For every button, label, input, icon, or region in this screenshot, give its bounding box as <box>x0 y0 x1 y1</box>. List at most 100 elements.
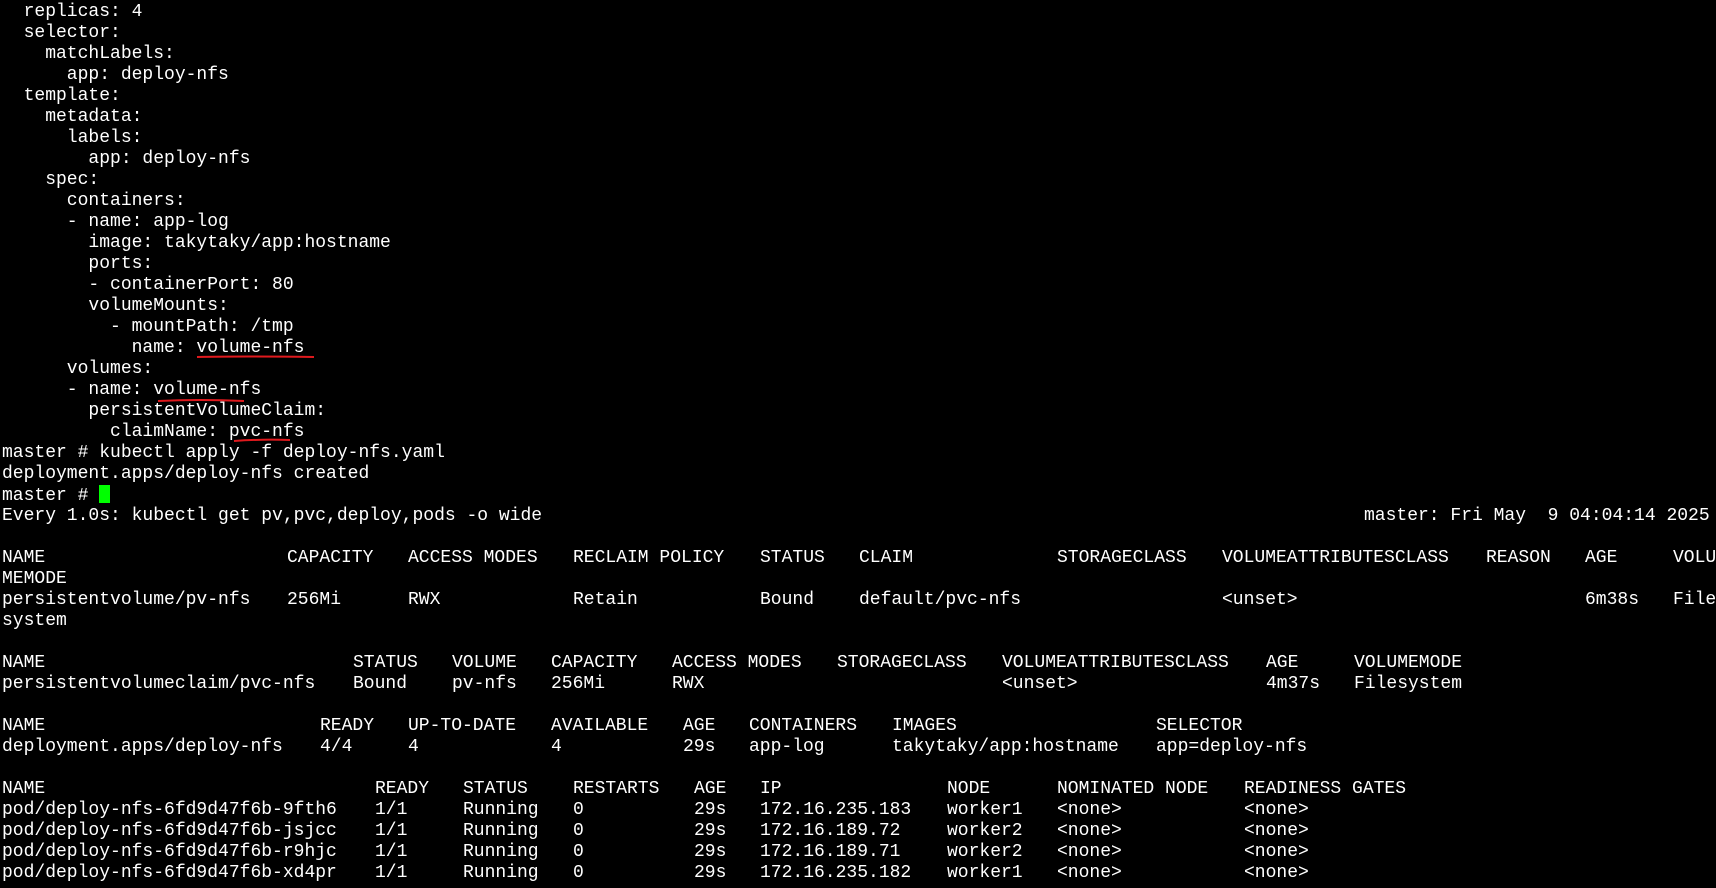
pod-cell: <none> <box>1244 821 1309 841</box>
yaml-line: containers: <box>2 191 186 211</box>
yaml-line: app: deploy-nfs <box>2 65 229 85</box>
yaml-line: matchLabels: <box>2 44 175 64</box>
pvc-cell: Bound <box>353 674 408 694</box>
yaml-line: - containerPort: 80 <box>2 275 294 295</box>
pv-cell: RWX <box>408 590 441 610</box>
terminal-pane-top[interactable]: replicas: 4 selector: matchLabels: app: … <box>0 0 1716 506</box>
apply-command-line: master # kubectl apply -f deploy-nfs.yam… <box>2 443 445 463</box>
deploy-header: READY <box>320 716 375 736</box>
pods-header: NOMINATED NODE <box>1057 779 1209 799</box>
pvc-cell: pv-nfs <box>452 674 517 694</box>
pv-header: NAME <box>2 548 46 568</box>
pvc-header: AGE <box>1266 653 1299 673</box>
pvc-header: CAPACITY <box>551 653 638 673</box>
pod-cell: <none> <box>1244 800 1309 820</box>
pvc-header: VOLUMEMODE <box>1354 653 1463 673</box>
pod-cell: <none> <box>1057 842 1122 862</box>
pod-cell: 1/1 <box>375 821 408 841</box>
shell-prompt: master # <box>2 486 100 506</box>
yaml-line: volumes: <box>2 359 154 379</box>
pv-header: VOLUMEATTRIBUTESCLASS <box>1222 548 1449 568</box>
pvc-header: STORAGECLASS <box>837 653 967 673</box>
yaml-line: selector: <box>2 23 121 43</box>
pv-header: RECLAIM POLICY <box>573 548 725 568</box>
pv-header: CLAIM <box>859 548 914 568</box>
pod-cell: <none> <box>1244 842 1309 862</box>
pods-header: READINESS GATES <box>1244 779 1407 799</box>
shell-prompt-line[interactable]: master # <box>2 485 111 506</box>
pv-header-wrap: MEMODE <box>2 569 67 589</box>
yaml-line: image: takytaky/app:hostname <box>2 233 391 253</box>
pod-cell: 172.16.235.182 <box>760 863 912 883</box>
pv-header: STORAGECLASS <box>1057 548 1187 568</box>
pod-cell: worker2 <box>947 842 1023 862</box>
pod-cell: <none> <box>1244 863 1309 883</box>
pod-cell: 172.16.189.71 <box>760 842 901 862</box>
yaml-line: template: <box>2 86 121 106</box>
pods-header: NODE <box>947 779 991 799</box>
yaml-line: metadata: <box>2 107 143 127</box>
yaml-line: name: volume-nfs <box>2 338 305 358</box>
deploy-header: SELECTOR <box>1156 716 1243 736</box>
pod-cell: 29s <box>694 842 727 862</box>
watch-header-timestamp: master: Fri May 9 04:04:14 2025 <box>1364 506 1710 526</box>
deploy-cell: 4/4 <box>320 737 353 757</box>
terminal-cursor <box>99 485 111 503</box>
pv-cell: 256Mi <box>287 590 342 610</box>
pod-cell: 29s <box>694 800 727 820</box>
pv-header: REASON <box>1486 548 1551 568</box>
pvc-cell: <unset> <box>1002 674 1078 694</box>
pvc-header: NAME <box>2 653 46 673</box>
pod-cell: Running <box>463 821 539 841</box>
pod-cell: pod/deploy-nfs-6fd9d47f6b-9fth6 <box>2 800 337 820</box>
pod-cell: <none> <box>1057 863 1122 883</box>
pv-cell: persistentvolume/pv-nfs <box>2 590 251 610</box>
pods-header: AGE <box>694 779 727 799</box>
pvc-header: VOLUME <box>452 653 517 673</box>
pod-cell: 0 <box>573 842 584 862</box>
pv-header: CAPACITY <box>287 548 374 568</box>
pv-header: VOLU <box>1673 548 1716 568</box>
pvc-cell: 256Mi <box>551 674 606 694</box>
deploy-header: IMAGES <box>892 716 957 736</box>
pod-cell: pod/deploy-nfs-6fd9d47f6b-r9hjc <box>2 842 337 862</box>
apply-output-line: deployment.apps/deploy-nfs created <box>2 464 370 484</box>
pods-header: RESTARTS <box>573 779 660 799</box>
pv-cell: <unset> <box>1222 590 1298 610</box>
pod-cell: <none> <box>1057 821 1122 841</box>
deploy-header: AGE <box>683 716 716 736</box>
pod-cell: 1/1 <box>375 800 408 820</box>
pod-cell: 172.16.235.183 <box>760 800 912 820</box>
pod-cell: 0 <box>573 800 584 820</box>
yaml-line: spec: <box>2 170 100 190</box>
pod-cell: worker1 <box>947 863 1023 883</box>
pv-header: ACCESS MODES <box>408 548 538 568</box>
deploy-cell: deployment.apps/deploy-nfs <box>2 737 283 757</box>
pvc-header: VOLUMEATTRIBUTESCLASS <box>1002 653 1229 673</box>
pod-cell: Running <box>463 863 539 883</box>
pod-cell: <none> <box>1057 800 1122 820</box>
deploy-cell: 4 <box>408 737 419 757</box>
deploy-cell: app=deploy-nfs <box>1156 737 1308 757</box>
pv-cell: default/pvc-nfs <box>859 590 1022 610</box>
pv-cell: Retain <box>573 590 638 610</box>
pod-cell: pod/deploy-nfs-6fd9d47f6b-jsjcc <box>2 821 337 841</box>
yaml-line: claimName: pvc-nfs <box>2 422 305 442</box>
pod-cell: Running <box>463 842 539 862</box>
pvc-cell: 4m37s <box>1266 674 1321 694</box>
pv-cell-wrap: system <box>2 611 67 631</box>
watch-header-command: Every 1.0s: kubectl get pv,pvc,deploy,po… <box>2 506 543 526</box>
pod-cell: pod/deploy-nfs-6fd9d47f6b-xd4pr <box>2 863 337 883</box>
terminal-pane-bottom[interactable]: Every 1.0s: kubectl get pv,pvc,deploy,po… <box>0 506 1716 888</box>
yaml-line: app: deploy-nfs <box>2 149 251 169</box>
yaml-line: - name: volume-nfs <box>2 380 262 400</box>
yaml-line: ports: <box>2 254 154 274</box>
pv-cell: Bound <box>760 590 815 610</box>
pod-cell: 1/1 <box>375 863 408 883</box>
deploy-cell: takytaky/app:hostname <box>892 737 1119 757</box>
pod-cell: worker2 <box>947 821 1023 841</box>
pods-header: READY <box>375 779 430 799</box>
yaml-line: volumeMounts: <box>2 296 229 316</box>
yaml-line: - name: app-log <box>2 212 229 232</box>
deploy-cell: 29s <box>683 737 716 757</box>
